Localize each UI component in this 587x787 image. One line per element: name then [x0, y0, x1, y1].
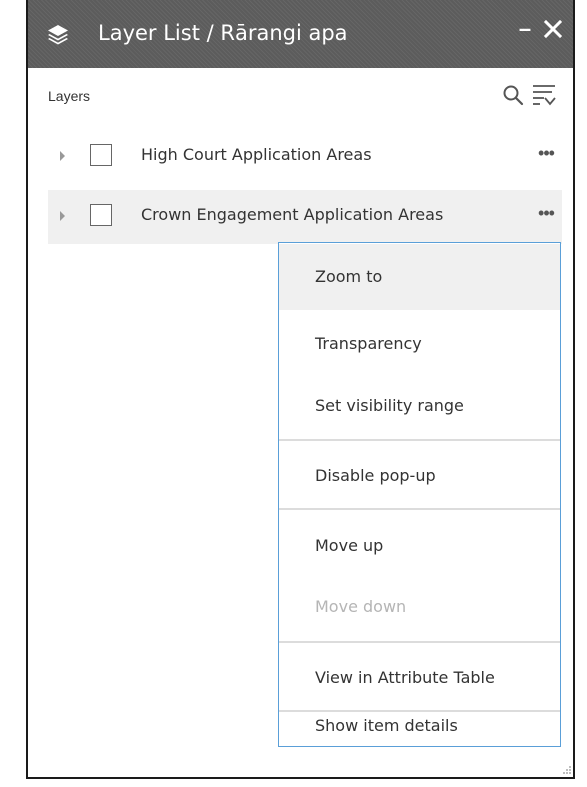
expand-arrow-icon[interactable]	[60, 211, 65, 221]
layer-context-menu: Zoom to Transparency Set visibility rang…	[278, 242, 561, 747]
menu-divider	[279, 641, 560, 643]
menu-item-set-visibility-range[interactable]: Set visibility range	[279, 373, 560, 439]
menu-item-move-up[interactable]: Move up	[279, 513, 560, 579]
more-options-icon[interactable]: •••	[533, 201, 559, 227]
expand-arrow-icon[interactable]	[60, 151, 65, 161]
menu-item-show-item-details[interactable]: Show item details	[279, 715, 560, 746]
panel-title: Layer List / Rārangi apa	[98, 21, 348, 45]
menu-item-disable-popup[interactable]: Disable pop-up	[279, 443, 560, 509]
layer-row[interactable]: Crown Engagement Application Areas •••	[48, 190, 562, 244]
layer-name: Crown Engagement Application Areas	[141, 205, 444, 224]
resize-grip-icon[interactable]	[562, 765, 572, 775]
menu-divider	[279, 710, 560, 712]
layer-visibility-checkbox[interactable]	[90, 204, 112, 226]
menu-item-view-attribute-table[interactable]: View in Attribute Table	[279, 645, 560, 711]
layer-row[interactable]: High Court Application Areas •••	[48, 130, 562, 184]
more-options-icon[interactable]: •••	[533, 141, 559, 167]
layer-visibility-checkbox[interactable]	[90, 144, 112, 166]
menu-item-transparency[interactable]: Transparency	[279, 311, 560, 377]
layers-icon	[48, 25, 68, 45]
panel-titlebar: Layer List / Rārangi apa –	[28, 0, 573, 68]
menu-item-move-down: Move down	[315, 597, 407, 616]
menu-item-zoom-to[interactable]: Zoom to	[279, 244, 560, 310]
layers-heading: Layers	[48, 88, 91, 104]
menu-divider	[279, 508, 560, 510]
filter-list-icon[interactable]	[530, 82, 558, 108]
minimize-icon[interactable]: –	[514, 14, 536, 44]
search-icon[interactable]	[502, 84, 524, 106]
close-icon[interactable]	[540, 14, 566, 44]
layer-list-panel: Layer List / Rārangi apa – Layers High C…	[26, 0, 575, 779]
layer-name: High Court Application Areas	[141, 145, 372, 164]
menu-divider	[279, 439, 560, 441]
